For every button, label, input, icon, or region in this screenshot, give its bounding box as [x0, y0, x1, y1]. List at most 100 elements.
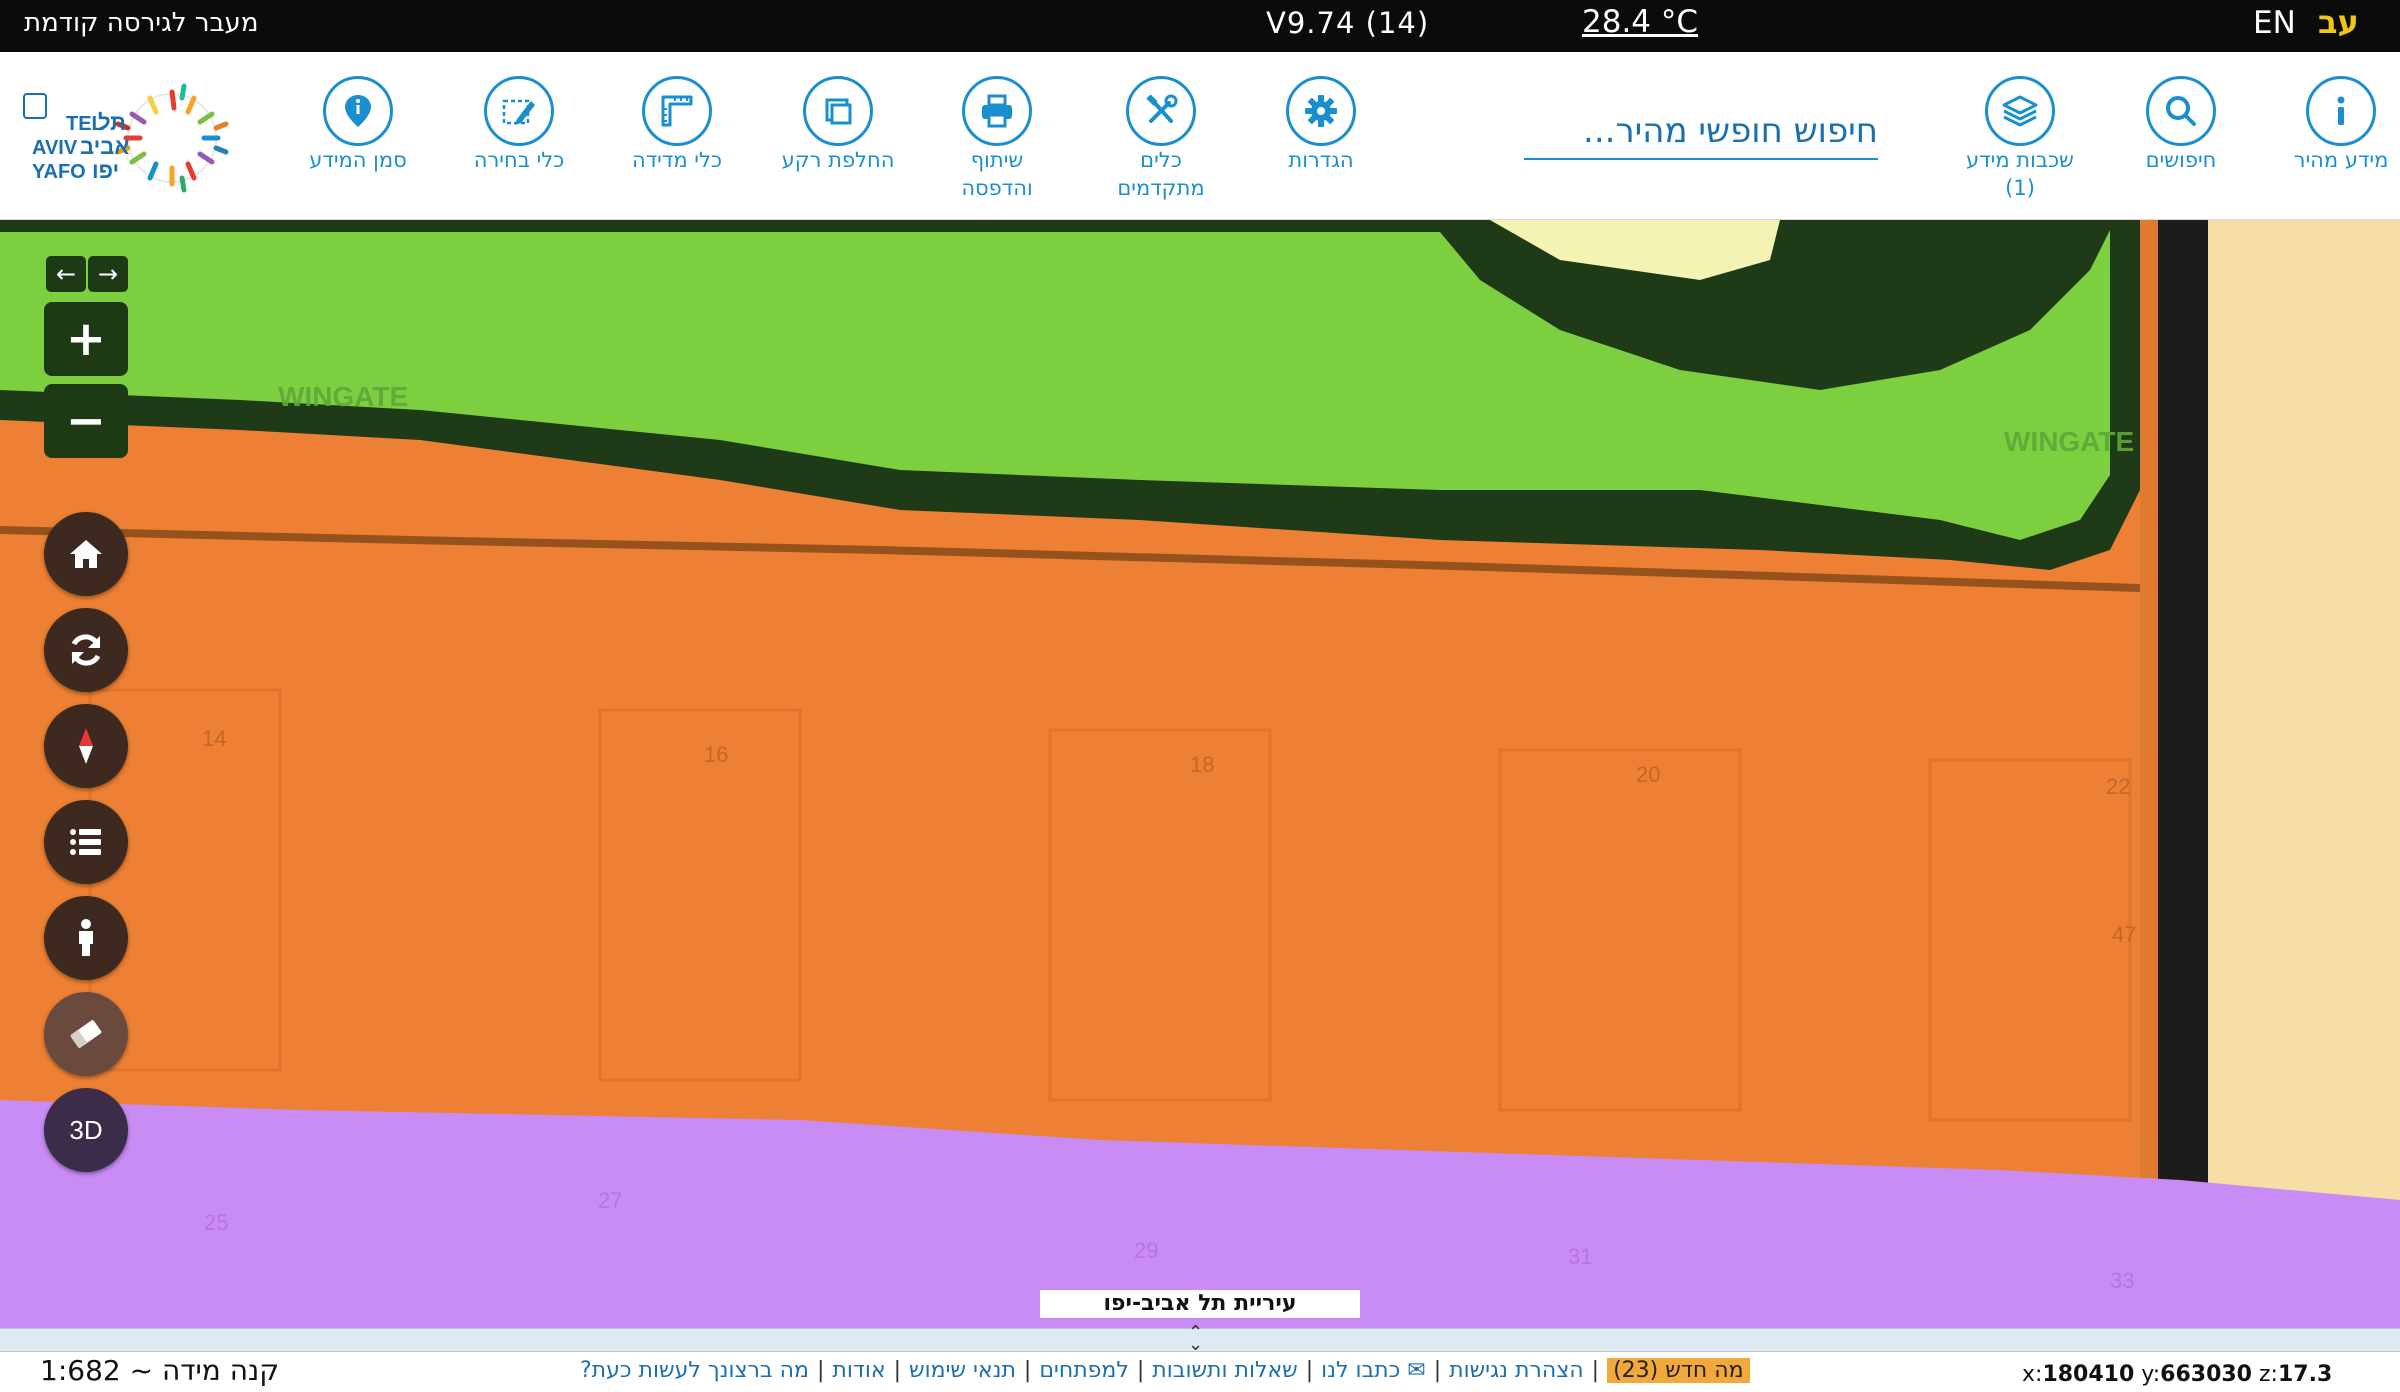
quick-info-label: מידע מהיר — [2293, 148, 2389, 172]
quick-info-button[interactable]: מידע מהיר — [2286, 76, 2396, 174]
basemap-switch-button[interactable]: החלפת רקע — [778, 76, 898, 174]
map-canvas: WINGATE WINGATE 14 16 18 20 22 47 25 27 … — [0, 220, 2400, 1328]
eraser-icon — [70, 1020, 102, 1048]
zoom-in-button[interactable]: + — [44, 302, 128, 376]
parcel-number: 14 — [202, 726, 226, 751]
contact-us-link[interactable]: ✉ כתבו לנו — [1321, 1358, 1426, 1383]
parcel-number: 27 — [598, 1188, 622, 1213]
compass-button[interactable] — [44, 704, 128, 788]
top-bar: מעבר לגירסה קודמת V9.74 (14) 28.4 °C EN … — [0, 0, 2400, 52]
street-view-button[interactable] — [44, 896, 128, 980]
select-tools-label: כלי בחירה — [473, 148, 565, 172]
marker-icon — [323, 76, 393, 146]
tel-aviv-logo-graphic: TEL תל AVIV אביב YAFO יפו — [23, 83, 229, 193]
coord-x-value: 180410 — [2042, 1362, 2135, 1387]
parcel-number: 20 — [1636, 762, 1660, 787]
about-link[interactable]: אודות — [832, 1358, 885, 1383]
compass-icon — [79, 728, 93, 764]
parcel-number: 22 — [2106, 774, 2130, 799]
svg-text:תל: תל — [98, 110, 126, 135]
whats-new-link[interactable]: מה חדש (23) — [1607, 1358, 1750, 1383]
ruler-icon — [642, 76, 712, 146]
legend-list-button[interactable] — [44, 800, 128, 884]
search-icon — [2146, 76, 2216, 146]
developers-link[interactable]: למפתחים — [1039, 1358, 1129, 1383]
tools-icon — [1126, 76, 1196, 146]
language-en-button[interactable]: EN — [2253, 5, 2296, 41]
history-back-button[interactable]: ← — [46, 256, 86, 292]
coord-y-label: y: — [2141, 1362, 2161, 1387]
footer-bar: קנה מידה ~ 1:682 מה חדש (23)|הצהרת נגישו… — [0, 1352, 2400, 1392]
sand-zone — [2208, 220, 2400, 1328]
svg-text:AVIV: AVIV — [32, 137, 78, 159]
basemap-icon — [803, 76, 873, 146]
measure-tools-button[interactable]: כלי מדידה — [622, 76, 732, 174]
svg-text:YAFO: YAFO — [32, 161, 86, 183]
layers-icon — [1985, 76, 2055, 146]
info-marker-button[interactable]: סמן המידע — [300, 76, 416, 174]
panel-splitter[interactable]: ⌃ ⌄ — [0, 1324, 2400, 1354]
arrow-left-icon: ← — [55, 260, 77, 288]
layers-button[interactable]: שכבות מידע (1) — [1940, 76, 2100, 202]
toolbar: TEL תל AVIV אביב YAFO יפו מידע מהיר חיפו… — [0, 52, 2400, 220]
street-label-wingate-1: WINGATE — [278, 381, 408, 412]
svg-text:אביב: אביב — [80, 134, 129, 159]
parcel-number: 16 — [704, 742, 728, 767]
app-root: מעבר לגירסה קודמת V9.74 (14) 28.4 °C EN … — [0, 0, 2400, 1392]
select-tools-button[interactable]: כלי בחירה — [464, 76, 574, 174]
parcel-number: 18 — [1190, 752, 1214, 777]
advanced-tools-button[interactable]: כלים מתקדמים — [1106, 76, 1216, 202]
settings-button[interactable]: הגדרות — [1266, 76, 1376, 174]
temperature-link[interactable]: 28.4 °C — [1582, 4, 1698, 40]
info-icon — [2306, 76, 2376, 146]
quick-search-input[interactable] — [1524, 104, 1878, 158]
accessibility-statement-link[interactable]: הצהרת נגישות — [1449, 1358, 1584, 1383]
history-forward-button[interactable]: → — [88, 256, 128, 292]
coord-z-label: z: — [2259, 1362, 2278, 1387]
list-icon — [70, 829, 101, 855]
previous-version-link[interactable]: מעבר לגירסה קודמת — [24, 8, 258, 38]
gear-icon — [1286, 76, 1356, 146]
attribution-label: עיריית תל אביב-יפו — [1040, 1290, 1360, 1318]
parcel-number: 29 — [1134, 1238, 1158, 1263]
zoom-out-button[interactable]: − — [44, 384, 128, 458]
parcel-number: 31 — [1568, 1244, 1592, 1269]
select-icon — [484, 76, 554, 146]
coord-z-value: 17.3 — [2277, 1362, 2333, 1387]
searches-button[interactable]: חיפושים — [2126, 76, 2236, 174]
minus-icon: − — [65, 393, 107, 449]
coordinates-readout: x:180410 y:663030 z:17.3 — [2022, 1362, 2332, 1387]
street-label-wingate-2: WINGATE — [2004, 426, 2134, 457]
print-icon — [962, 76, 1032, 146]
plus-icon: + — [65, 311, 107, 367]
refresh-button[interactable] — [44, 608, 128, 692]
share-print-button[interactable]: שיתוף והדפסה — [942, 76, 1052, 202]
measure-tools-label: כלי מדידה — [631, 148, 723, 172]
coord-x-label: x: — [2022, 1362, 2043, 1387]
searches-label: חיפושים — [2145, 148, 2217, 172]
info-marker-label: סמן המידע — [309, 148, 407, 172]
layers-label: שכבות מידע (1) — [1966, 148, 2074, 200]
what-next-link[interactable]: מה ברצונך לעשות כעת? — [580, 1358, 809, 1383]
eraser-button[interactable] — [44, 992, 128, 1076]
version-label: V9.74 (14) — [1266, 6, 1430, 40]
parcel-number: 47 — [2112, 922, 2136, 947]
3d-view-button[interactable]: 3D — [44, 1088, 128, 1172]
share-print-label: שיתוף והדפסה — [961, 148, 1033, 200]
resize-handle-icon[interactable]: ⌃ ⌄ — [1188, 1324, 1203, 1354]
advanced-tools-label: כלים מתקדמים — [1117, 148, 1205, 200]
faq-link[interactable]: שאלות ותשובות — [1152, 1358, 1297, 1383]
home-icon — [70, 540, 102, 568]
arrow-right-icon: → — [97, 260, 119, 288]
tel-aviv-logo[interactable]: TEL תל AVIV אביב YAFO יפו — [22, 78, 252, 198]
refresh-icon — [71, 634, 101, 666]
parcel-number: 33 — [2110, 1268, 2134, 1293]
basemap-switch-label: החלפת רקע — [781, 148, 895, 172]
language-he-button[interactable]: עב — [2318, 3, 2359, 41]
terms-link[interactable]: תנאי שימוש — [909, 1358, 1016, 1383]
map-view[interactable]: WINGATE WINGATE 14 16 18 20 22 47 25 27 … — [0, 220, 2400, 1328]
home-button[interactable] — [44, 512, 128, 596]
person-icon — [79, 919, 93, 956]
parcel-number: 25 — [204, 1210, 228, 1235]
svg-text:יפו: יפו — [92, 158, 119, 183]
